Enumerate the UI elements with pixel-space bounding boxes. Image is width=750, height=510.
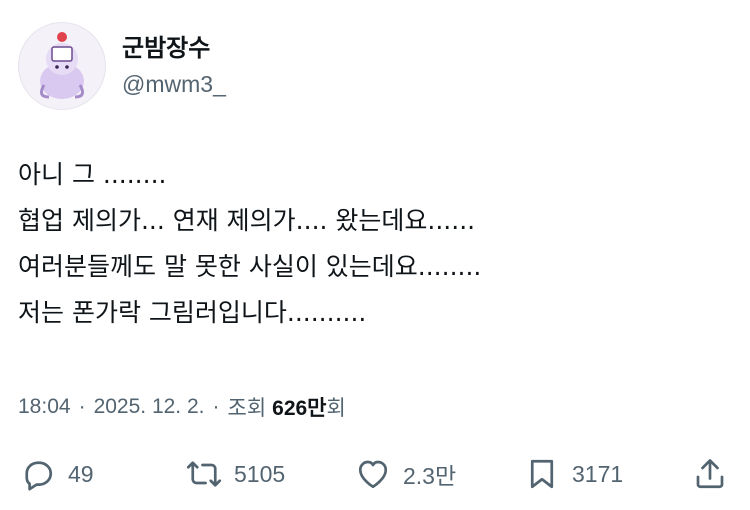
tweet-line: 저는 폰가락 그림러입니다.......... (18, 298, 367, 327)
reply-icon (25, 461, 53, 491)
share-icon (696, 459, 724, 489)
retweet-icon (186, 461, 222, 487)
bookmark-button[interactable]: 3171 (524, 452, 623, 496)
tweet-meta: 18:04 · 2025. 12. 2. · 조회 626만 회 (18, 392, 346, 422)
action-bar: 49 5105 2.3만 3171 (0, 452, 750, 496)
like-button[interactable]: 2.3만 (355, 452, 456, 496)
retweet-button[interactable]: 5105 (186, 452, 285, 496)
tweet-line: 여러분들께도 말 못한 사실이 있는데요........ (18, 252, 482, 281)
avatar-illustration (39, 32, 85, 99)
bookmark-count: 3171 (572, 460, 624, 487)
separator: · (78, 395, 86, 418)
user-handle[interactable]: @mwm3_ (122, 69, 226, 99)
display-name[interactable]: 군밤장수 (122, 33, 226, 63)
tweet-header: 군밤장수 @mwm3_ (18, 22, 226, 110)
tweet-line: 아니 그 ........ (18, 160, 167, 189)
bookmark-icon (530, 459, 554, 489)
views-label-post: 회 (326, 397, 346, 420)
views-count: 626만 (272, 397, 327, 420)
heart-icon (358, 460, 388, 489)
reply-count: 49 (68, 460, 94, 487)
retweet-count: 5105 (234, 460, 286, 487)
like-count: 2.3만 (403, 463, 457, 489)
tweet-time[interactable]: 18:04 (18, 395, 71, 419)
tweet-date[interactable]: 2025. 12. 2. (94, 395, 205, 419)
avatar[interactable] (18, 22, 106, 110)
tweet-text: 아니 그 ........ 협업 제의가... 연재 제의가.... 왔는데요.… (18, 152, 481, 336)
share-button[interactable] (692, 452, 728, 496)
views-label-pre: 조회 (227, 397, 267, 420)
separator: · (212, 395, 220, 418)
tweet-line: 협업 제의가... 연재 제의가.... 왔는데요...... (18, 206, 476, 235)
reply-button[interactable]: 49 (20, 452, 94, 496)
